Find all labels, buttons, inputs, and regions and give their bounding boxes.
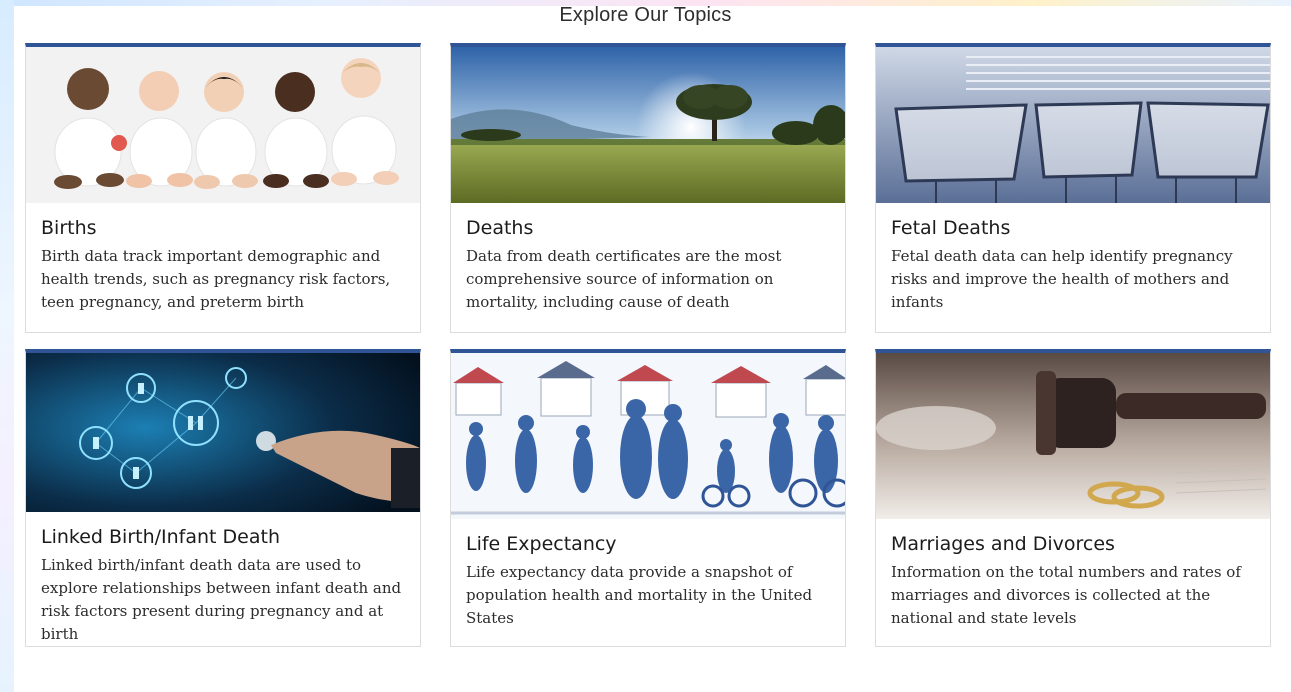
card-title[interactable]: Linked Birth/Infant Death (41, 526, 405, 548)
card-title[interactable]: Births (41, 217, 405, 239)
marriages-and-divorces-image[interactable] (876, 353, 1270, 519)
topics-grid: Births Birth data track important demogr… (25, 43, 1271, 647)
deaths-image[interactable] (451, 47, 845, 203)
topics-page: Explore Our Topics Births Birth data tra… (0, 0, 1291, 692)
card-title[interactable]: Life Expectancy (466, 533, 830, 555)
card-description: Linked birth/infant death data are used … (41, 556, 402, 643)
digital-network-hand-illustration (26, 353, 420, 512)
crowd-illustration (451, 353, 845, 519)
section-heading: Explore Our Topics (559, 4, 732, 26)
linked-birth-infant-death-image[interactable] (26, 353, 420, 512)
life-expectancy-image[interactable] (451, 353, 845, 519)
meadow-tree-photo-illustration (451, 47, 845, 203)
fetal-deaths-image[interactable] (876, 47, 1270, 203)
hospital-bassinets-photo-illustration (876, 47, 1270, 203)
marriages-card-body: Marriages and Divorces Information on th… (876, 519, 1270, 630)
births-image[interactable] (26, 47, 420, 203)
topic-card-life-expectancy[interactable]: Life Expectancy Life expectancy data pro… (450, 349, 846, 647)
card-title[interactable]: Marriages and Divorces (891, 533, 1255, 555)
bassinet-shapes (894, 101, 1270, 183)
topic-card-marriages-and-divorces[interactable]: Marriages and Divorces Information on th… (875, 349, 1271, 647)
linked-card-body: Linked Birth/Infant Death Linked birth/i… (26, 512, 420, 646)
deaths-card-body: Deaths Data from death certificates are … (451, 203, 845, 314)
topic-card-births[interactable]: Births Birth data track important demogr… (25, 43, 421, 333)
card-description: Fetal death data can help identify pregn… (891, 247, 1233, 311)
card-title[interactable]: Fetal Deaths (891, 217, 1255, 239)
toy-ball-shape (111, 135, 127, 151)
fetal-deaths-card-body: Fetal Deaths Fetal death data can help i… (876, 203, 1270, 314)
card-description: Information on the total numbers and rat… (891, 563, 1241, 627)
babies-photo-illustration (26, 47, 420, 203)
topic-card-linked-birth-infant-death[interactable]: Linked Birth/Infant Death Linked birth/i… (25, 349, 421, 647)
gavel-block-shape (876, 406, 996, 450)
births-card-body: Births Birth data track important demogr… (26, 203, 420, 314)
topic-card-deaths[interactable]: Deaths Data from death certificates are … (450, 43, 846, 333)
card-description: Life expectancy data provide a snapshot … (466, 563, 813, 627)
life-expectancy-card-body: Life Expectancy Life expectancy data pro… (451, 519, 845, 630)
card-title[interactable]: Deaths (466, 217, 830, 239)
left-decorative-gradient (0, 0, 14, 692)
gavel-rings-photo-illustration (876, 353, 1270, 519)
card-description: Birth data track important demographic a… (41, 247, 391, 311)
topic-card-fetal-deaths[interactable]: Fetal Deaths Fetal death data can help i… (875, 43, 1271, 333)
card-description: Data from death certificates are the mos… (466, 247, 782, 311)
sleeve-shape (391, 448, 420, 508)
